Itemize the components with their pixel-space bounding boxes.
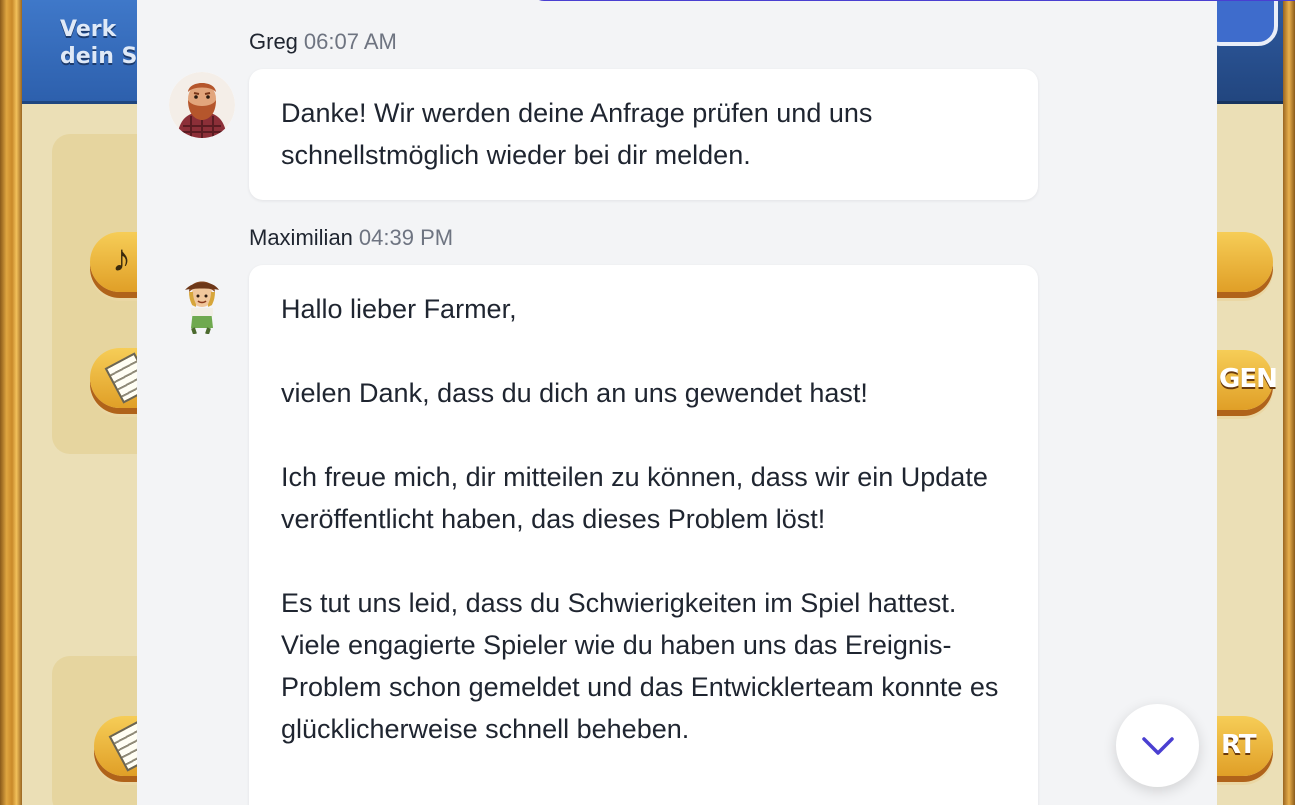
message-bubble: Hallo lieber Farmer, vielen Dank, dass d… bbox=[249, 265, 1038, 805]
game-right-button-label: RT bbox=[1221, 730, 1257, 760]
wooden-frame-right bbox=[1283, 0, 1295, 805]
maximilian-avatar bbox=[169, 268, 235, 334]
message-time: 04:39 PM bbox=[358, 225, 454, 250]
message-header: Maximilian 04:39 PM bbox=[249, 225, 453, 251]
message-time: 06:07 AM bbox=[303, 29, 397, 54]
message-paragraph: Hallo lieber Farmer, bbox=[281, 294, 517, 324]
message-paragraph: Danke! Wir werden deine Anfrage prüfen u… bbox=[281, 98, 873, 170]
message-text: Danke! Wir werden deine Anfrage prüfen u… bbox=[249, 69, 1038, 176]
message-bubble: Danke! Wir werden deine Anfrage prüfen u… bbox=[249, 69, 1038, 200]
sender-name: Greg bbox=[249, 29, 298, 54]
message-text: Hallo lieber Farmer, vielen Dank, dass d… bbox=[249, 265, 1038, 750]
support-chat-panel: Greg 06:07 AM Danke! Wir werden deine Anf… bbox=[137, 0, 1295, 805]
message-paragraph: Es tut uns leid, dass du Schwierigkeiten… bbox=[281, 588, 999, 744]
game-right-button-label: GEN bbox=[1219, 364, 1278, 394]
sender-name: Maximilian bbox=[249, 225, 353, 250]
chevron-down-icon bbox=[1141, 736, 1174, 755]
scroll-to-bottom-button[interactable] bbox=[1116, 704, 1199, 787]
greg-avatar bbox=[169, 72, 235, 138]
previous-user-message-bubble bbox=[530, 0, 1295, 1]
wooden-frame-left bbox=[0, 0, 22, 805]
message-paragraph: Ich freue mich, dir mitteilen zu können,… bbox=[281, 462, 988, 534]
music-note-icon: ♪ bbox=[112, 238, 131, 280]
message-header: Greg 06:07 AM bbox=[249, 29, 397, 55]
message-paragraph: vielen Dank, dass du dich an uns gewende… bbox=[281, 378, 868, 408]
